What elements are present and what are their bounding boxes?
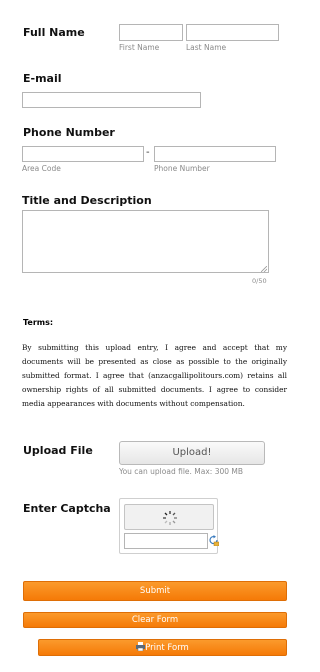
title-description-label: Title and Description xyxy=(22,194,152,207)
first-name-sublabel: First Name xyxy=(119,43,160,52)
phone-label: Phone Number xyxy=(23,126,115,139)
captcha-label: Enter Captcha xyxy=(23,502,111,515)
email-label: E-mail xyxy=(23,72,62,85)
phone-number-sublabel: Phone Number xyxy=(154,164,210,173)
full-name-label: Full Name xyxy=(23,26,85,39)
last-name-sublabel: Last Name xyxy=(186,43,227,52)
email-input[interactable] xyxy=(22,92,201,108)
phone-separator: - xyxy=(146,147,150,158)
last-name-input[interactable] xyxy=(186,24,279,41)
captcha-input[interactable] xyxy=(124,533,208,549)
area-code-input[interactable] xyxy=(22,146,144,162)
area-code-sublabel: Area Code xyxy=(22,164,61,173)
captcha-image xyxy=(124,504,214,530)
printer-icon xyxy=(136,642,146,652)
print-form-button[interactable]: Print Form xyxy=(38,639,287,656)
phone-number-input[interactable] xyxy=(154,146,276,162)
terms-heading: Terms: xyxy=(23,318,54,327)
upload-button[interactable]: Upload! xyxy=(119,441,265,465)
upload-hint: You can upload file. Max: 300 MB xyxy=(119,467,244,476)
character-counter: 0/50 xyxy=(252,277,267,285)
submit-button[interactable]: Submit xyxy=(23,581,287,601)
clear-form-button[interactable]: Clear Form xyxy=(23,612,287,628)
upload-label: Upload File xyxy=(23,444,93,457)
loading-spinner-icon xyxy=(163,511,177,525)
print-form-label: Print Form xyxy=(145,643,189,653)
resize-handle-icon[interactable] xyxy=(261,266,267,272)
terms-text: By submitting this upload entry, I agree… xyxy=(22,343,287,408)
refresh-captcha-icon[interactable] xyxy=(209,535,219,546)
first-name-input[interactable] xyxy=(119,24,183,41)
description-textarea[interactable] xyxy=(22,210,269,273)
